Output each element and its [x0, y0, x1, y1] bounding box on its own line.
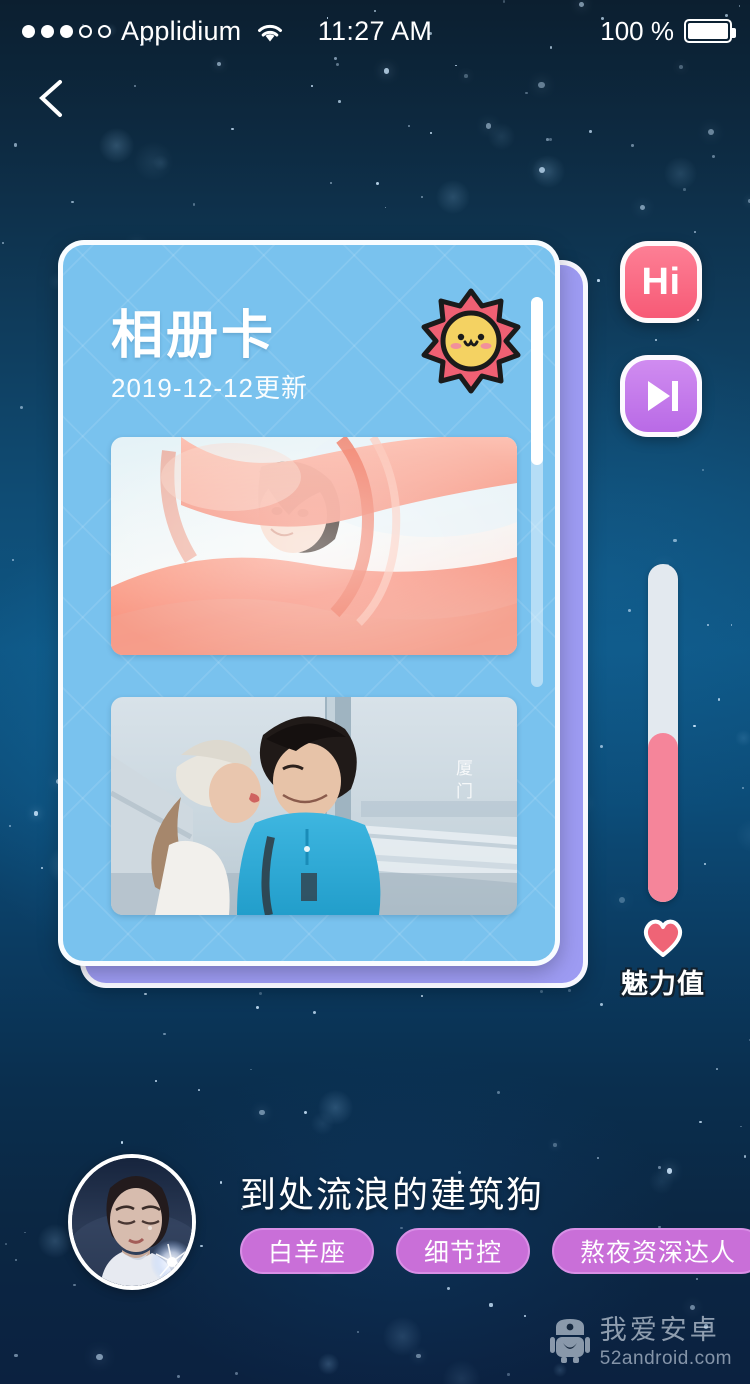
skip-next-button[interactable]: [620, 355, 702, 437]
profile-username: 到处流浪的建筑狗: [240, 1174, 545, 1215]
app-root: Applidium 11:27 AM 100 % 相册卡 2019-12-12更…: [0, 0, 750, 1384]
skip-next-icon: [648, 381, 678, 411]
list-item[interactable]: [111, 437, 517, 655]
hi-button-label: Hi: [641, 260, 681, 303]
battery-fill: [688, 23, 728, 39]
profile-tag-list: 白羊座 细节控 熬夜资深达人: [240, 1228, 750, 1274]
watermark-name: 我爱安卓: [599, 1315, 720, 1345]
status-bar: Applidium 11:27 AM 100 %: [0, 0, 750, 62]
watermark: 我爱安卓 52android.com: [549, 1315, 732, 1369]
chevron-left-icon: [39, 80, 62, 117]
profile-tag[interactable]: 白羊座: [240, 1228, 375, 1274]
sun-sticker-icon: [417, 287, 525, 395]
charm-meter: 魅力值: [621, 564, 704, 999]
charm-meter-fill: [648, 733, 678, 902]
back-button[interactable]: [22, 68, 82, 128]
avatar[interactable]: [68, 1154, 196, 1290]
charm-meter-label: 魅力值: [621, 969, 705, 999]
card-scrollbar-thumb[interactable]: [531, 297, 543, 465]
photo-caption: 厦门: [453, 759, 472, 805]
card-title: 相册卡: [111, 307, 277, 365]
profile-tag[interactable]: 细节控: [396, 1228, 531, 1274]
watermark-url: 52android.com: [599, 1348, 732, 1369]
list-item[interactable]: 厦门: [111, 697, 517, 915]
battery-icon: [684, 19, 736, 43]
heart-icon: [640, 914, 686, 958]
profile-section: 到处流浪的建筑狗 白羊座 细节控 熬夜资深达人: [0, 1152, 750, 1292]
status-bar-clock: 11:27 AM: [317, 15, 433, 46]
card-update-date: 2019-12-12更新: [111, 373, 308, 403]
android-robot-icon: [549, 1317, 590, 1368]
watermark-text: 我爱安卓 52android.com: [599, 1315, 732, 1369]
charm-meter-track[interactable]: [648, 564, 678, 902]
hi-button[interactable]: Hi: [620, 241, 702, 323]
album-card-stack: 相册卡 2019-12-12更新 厦门: [58, 240, 588, 988]
profile-tag[interactable]: 熬夜资深达人: [552, 1228, 750, 1274]
card-scrollbar-track[interactable]: [531, 297, 543, 687]
album-card[interactable]: 相册卡 2019-12-12更新 厦门: [58, 240, 560, 966]
